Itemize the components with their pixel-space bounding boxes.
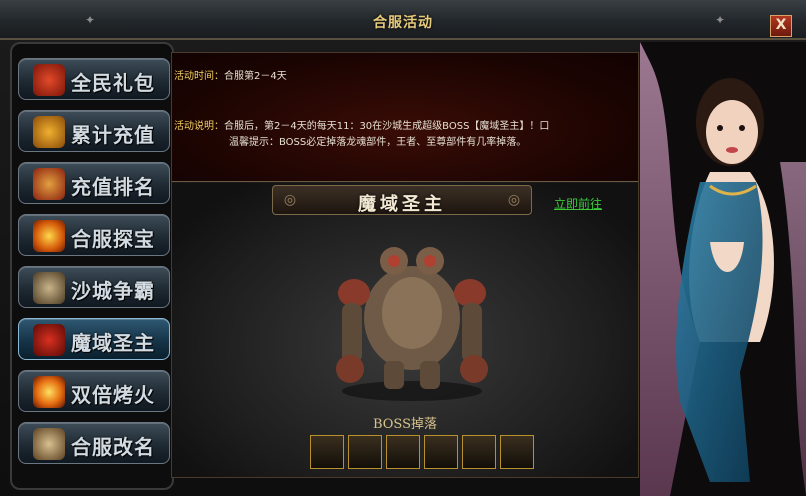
sidebar-item-label: 沙城争霸 [71,279,155,303]
scroll-banner-icon [33,168,65,200]
rivet-icon: ✦ [714,13,726,27]
boss-stage: ◎ 魔域圣主 ◎ 立即前往 BOSS掉落 [172,183,638,477]
boss-name-plate: ◎ 魔域圣主 ◎ [272,185,532,215]
boss-name: 魔域圣主 [358,194,446,215]
sidebar-item-demon-lord[interactable]: 魔域圣主 [18,318,170,360]
event-time-label: 活动时间： [174,71,224,82]
sidebar-item-double-fire[interactable]: 双倍烤火 [18,370,170,412]
gauntlet-part-icon[interactable] [462,435,496,469]
gift-icon [33,64,65,96]
sidebar-item-label: 魔域圣主 [71,331,155,355]
demon-mask-icon [33,324,65,356]
sidebar-item-label: 合服探宝 [71,227,155,251]
campfire-icon [33,376,65,408]
sidebar-item-rename[interactable]: 合服改名 [18,422,170,464]
crown-part-icon[interactable] [500,435,534,469]
close-button[interactable]: X [770,15,792,37]
event-time-value: 合服第2－4天 [224,71,287,82]
event-desc: 活动说明：合服后，第2－4天的每天11：30在沙城生成超级BOSS【魔域圣主】！… [174,117,549,132]
window-title: 合服活动 [373,15,433,31]
sidebar-item-label: 双倍烤火 [71,383,155,407]
title-bar[interactable]: ✦ 合服活动 ✦ [0,0,806,40]
wing-part-icon[interactable] [424,435,458,469]
dragon-soul-part-icon[interactable] [310,435,344,469]
swirl-ornament-icon: ◎ [507,192,521,208]
weapon-part-icon[interactable] [348,435,382,469]
treasure-bag-icon [33,116,65,148]
sidebar-item-treasure-hunt[interactable]: 合服探宝 [18,214,170,256]
sidebar-item-all-gift[interactable]: 全民礼包 [18,58,170,100]
castle-icon [33,272,65,304]
event-info: 活动时间：合服第2－4天 活动说明：合服后，第2－4天的每天11：30在沙城生成… [172,53,638,182]
claw-part-icon[interactable] [386,435,420,469]
main-panel: 活动时间：合服第2－4天 活动说明：合服后，第2－4天的每天11：30在沙城生成… [171,52,639,478]
sidebar-item-recharge-rank[interactable]: 充值排名 [18,162,170,204]
event-tip: 温馨提示：BOSS必定掉落龙魂部件，王者、至尊部件有几率掉落。 [229,137,527,148]
sidebar-item-city-battle[interactable]: 沙城争霸 [18,266,170,308]
drop-label: BOSS掉落 [372,417,438,432]
event-time: 活动时间：合服第2－4天 [174,67,287,82]
go-now-link[interactable]: 立即前往 [554,195,602,212]
boss-model-image [336,247,488,401]
sidebar-item-label: 累计充值 [71,123,155,147]
event-desc-line1: 合服后，第2－4天的每天11：30在沙城生成超级BOSS【魔域圣主】！口 [224,121,550,132]
character-portrait [640,42,806,496]
sidebar-item-label: 全民礼包 [71,71,155,95]
sidebar-item-label: 合服改名 [71,435,155,459]
sidebar-item-label: 充值排名 [71,175,155,199]
event-window: ✦ 合服活动 ✦ X 全民礼包 累计充值 充值排名 合服探宝 沙城争霸 魔域圣主… [0,0,806,496]
quill-book-icon [33,428,65,460]
sidebar-item-cumulative-recharge[interactable]: 累计充值 [18,110,170,152]
event-desc-label: 活动说明： [174,121,224,132]
gold-orb-icon [33,220,65,252]
